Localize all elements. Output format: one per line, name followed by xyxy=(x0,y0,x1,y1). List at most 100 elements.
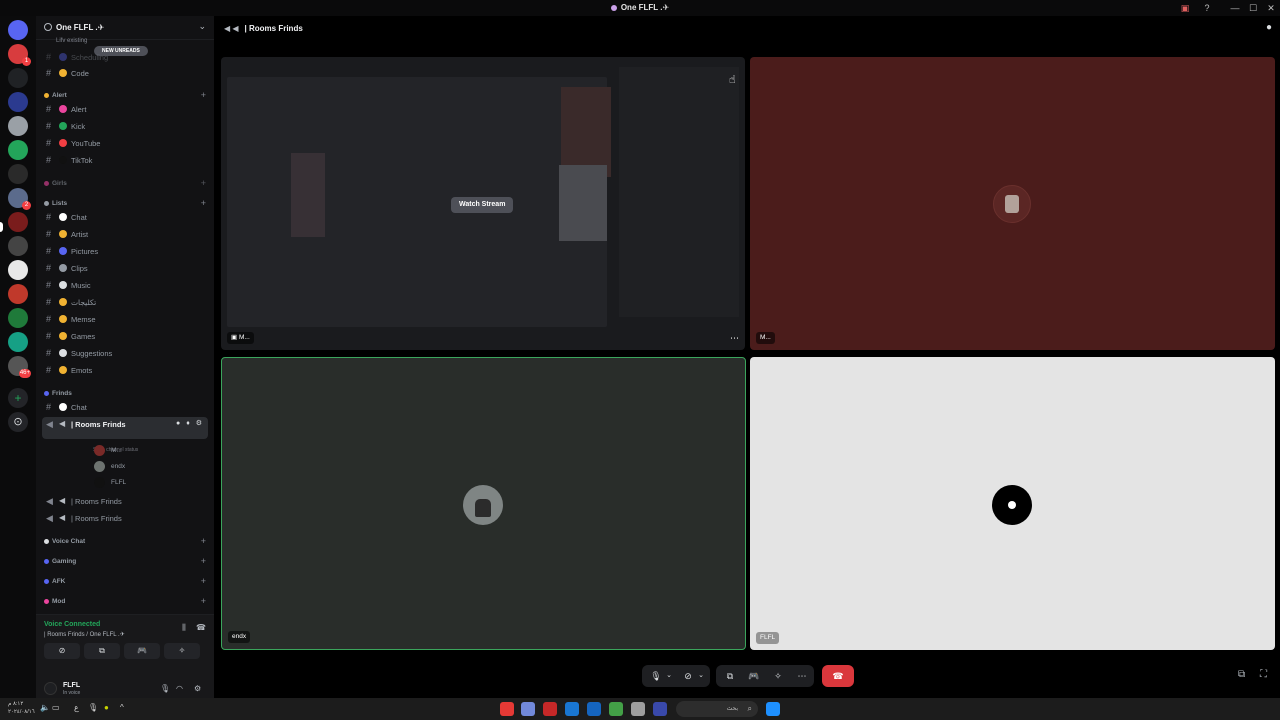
tray-app-icon[interactable]: ● xyxy=(104,703,109,712)
participant-tile-speaking[interactable]: endx xyxy=(221,357,746,650)
server-icon[interactable]: 2 xyxy=(8,188,31,210)
channel-item[interactable]: # Music xyxy=(42,278,208,293)
headphones-icon[interactable]: ◠ xyxy=(176,684,183,693)
settings-gear-icon[interactable]: ⚙ xyxy=(194,684,201,693)
server-icon[interactable]: 1 xyxy=(8,44,31,66)
voice-channel[interactable]: ◀ ◀ | Rooms Frinds xyxy=(42,494,208,509)
category-mod[interactable]: Mod + xyxy=(44,596,208,609)
server-icon[interactable] xyxy=(8,308,28,328)
channel-item[interactable]: # Chat xyxy=(42,210,208,225)
channel-item[interactable]: # تكليجات xyxy=(42,295,208,310)
avatar[interactable] xyxy=(44,682,57,695)
disconnect-button[interactable]: ☎ xyxy=(822,665,854,687)
channel-item[interactable]: # Games xyxy=(42,329,208,344)
channel-scheduling[interactable]: # Scheduling xyxy=(42,50,208,65)
chrome-icon[interactable] xyxy=(500,702,514,716)
chat-bubble-icon[interactable]: ● xyxy=(1266,22,1272,33)
channel-frinds-chat[interactable]: # Chat xyxy=(42,400,208,415)
app-icon[interactable] xyxy=(609,702,623,716)
popout-icon[interactable]: ⧉ xyxy=(1238,669,1245,680)
participant-tile[interactable]: M... xyxy=(750,57,1275,350)
voice-channel-active[interactable]: ◀ ◀ | Rooms Frinds ● ♦ ⚙ xyxy=(42,417,208,439)
channel-item[interactable]: # TikTok xyxy=(42,153,208,168)
channel-item[interactable]: # Artist xyxy=(42,227,208,242)
minimize-button[interactable]: — xyxy=(1226,2,1244,14)
server-icon[interactable] xyxy=(8,236,28,256)
server-icon[interactable] xyxy=(8,92,28,112)
chevron-down-icon[interactable]: ⌄ xyxy=(198,21,206,32)
category-girls[interactable]: Girls + xyxy=(44,178,208,191)
noise-suppression-icon[interactable]: ⫼ xyxy=(182,623,186,632)
server-header[interactable]: One FLFL .✈ ⌄ xyxy=(36,16,214,40)
media-app-icon[interactable] xyxy=(543,702,557,716)
explore-servers-icon[interactable]: ⊙ xyxy=(8,412,28,432)
steam-icon[interactable] xyxy=(587,702,601,716)
microphone-icon[interactable]: 🎙 xyxy=(160,684,170,693)
disconnect-icon[interactable]: ☎ xyxy=(196,623,206,632)
add-channel-icon[interactable]: + xyxy=(201,576,206,586)
participant-tile[interactable]: FLFL xyxy=(750,357,1275,650)
channel-item[interactable]: # Memse xyxy=(42,312,208,327)
activities-icon[interactable]: 🎮 xyxy=(746,666,762,686)
add-channel-icon[interactable]: + xyxy=(201,90,206,100)
server-icon[interactable] xyxy=(8,332,28,352)
channel-item[interactable]: # Clips xyxy=(42,261,208,276)
taskbar-clock[interactable]: ٨:١٢ م ٢٠٢٤/٠٨/١٦ xyxy=(8,700,35,716)
soundboard-icon[interactable]: ✧ xyxy=(770,666,786,686)
server-icon[interactable] xyxy=(8,140,28,160)
server-icon[interactable] xyxy=(8,164,28,184)
watch-stream-button[interactable]: Watch Stream xyxy=(451,197,514,213)
more-options-icon[interactable]: ⋯ xyxy=(730,333,739,344)
voice-channel-path[interactable]: | Rooms Frinds / One FLFL .✈ xyxy=(44,631,125,638)
category-afk[interactable]: AFK + xyxy=(44,576,208,589)
channel-code[interactable]: # Code xyxy=(42,66,208,81)
share-screen-button[interactable]: ⧉ xyxy=(84,643,120,659)
discord-home-icon[interactable] xyxy=(8,20,28,40)
add-channel-icon[interactable]: + xyxy=(201,198,206,208)
camera-off-icon[interactable]: ⊘ xyxy=(680,666,696,686)
microphone-icon[interactable]: 🎙 xyxy=(88,703,98,712)
chevron-up-icon[interactable]: ^ xyxy=(120,703,124,712)
server-icon[interactable] xyxy=(8,284,28,304)
app-icon[interactable] xyxy=(653,702,667,716)
speaker-volume-icon[interactable]: 🔈 xyxy=(40,703,50,712)
category-voice-chat[interactable]: Voice Chat + xyxy=(44,536,208,549)
voice-channel[interactable]: ◀ ◀ | Rooms Frinds xyxy=(42,511,208,526)
file-explorer-icon[interactable] xyxy=(631,702,645,716)
maximize-button[interactable]: ☐ xyxy=(1244,2,1262,14)
microphone-icon[interactable]: 🎙 xyxy=(648,666,664,686)
chevron-down-icon[interactable]: ⌄ xyxy=(696,666,706,686)
camera-button[interactable]: ⊘ xyxy=(44,643,80,659)
voice-status[interactable]: Voice Connected xyxy=(44,621,100,628)
channel-item[interactable]: # Emots xyxy=(42,363,208,378)
add-channel-icon[interactable]: + xyxy=(201,596,206,606)
channel-item[interactable]: # Kick xyxy=(42,119,208,134)
network-icon[interactable]: ▭ xyxy=(52,703,60,712)
channel-item[interactable]: # YouTube xyxy=(42,136,208,151)
help-icon[interactable]: ? xyxy=(1198,2,1216,14)
add-channel-icon[interactable]: + xyxy=(201,178,206,188)
language-indicator[interactable]: ع xyxy=(74,703,79,712)
add-server-icon[interactable]: + xyxy=(8,388,28,408)
windows-start-icon[interactable] xyxy=(766,702,780,716)
fullscreen-icon[interactable]: ⛶ xyxy=(1260,669,1267,680)
more-options-icon[interactable]: ⋯ xyxy=(794,666,810,686)
share-screen-icon[interactable]: ⧉ xyxy=(722,666,738,686)
soundboard-button[interactable]: ✧ xyxy=(164,643,200,659)
server-icon[interactable] xyxy=(8,68,28,88)
screen-share-indicator-icon[interactable]: ▣ xyxy=(1176,2,1194,14)
close-button[interactable]: ✕ xyxy=(1262,2,1280,14)
server-icon[interactable]: 46+ xyxy=(8,356,31,378)
stream-tile[interactable]: Watch Stream ▣ M... ⋯ xyxy=(221,57,745,350)
activities-button[interactable]: 🎮 xyxy=(124,643,160,659)
server-icon[interactable] xyxy=(8,260,28,280)
add-channel-icon[interactable]: + xyxy=(201,536,206,546)
channel-item[interactable]: # Alert xyxy=(42,102,208,117)
add-channel-icon[interactable]: + xyxy=(201,556,206,566)
channel-tools[interactable]: ● ♦ ⚙ xyxy=(176,419,204,427)
channel-item[interactable]: # Suggestions xyxy=(42,346,208,361)
category-gaming[interactable]: Gaming + xyxy=(44,556,208,569)
discord-icon[interactable] xyxy=(521,702,535,716)
channel-item[interactable]: # Pictures xyxy=(42,244,208,259)
server-icon[interactable] xyxy=(8,212,28,232)
